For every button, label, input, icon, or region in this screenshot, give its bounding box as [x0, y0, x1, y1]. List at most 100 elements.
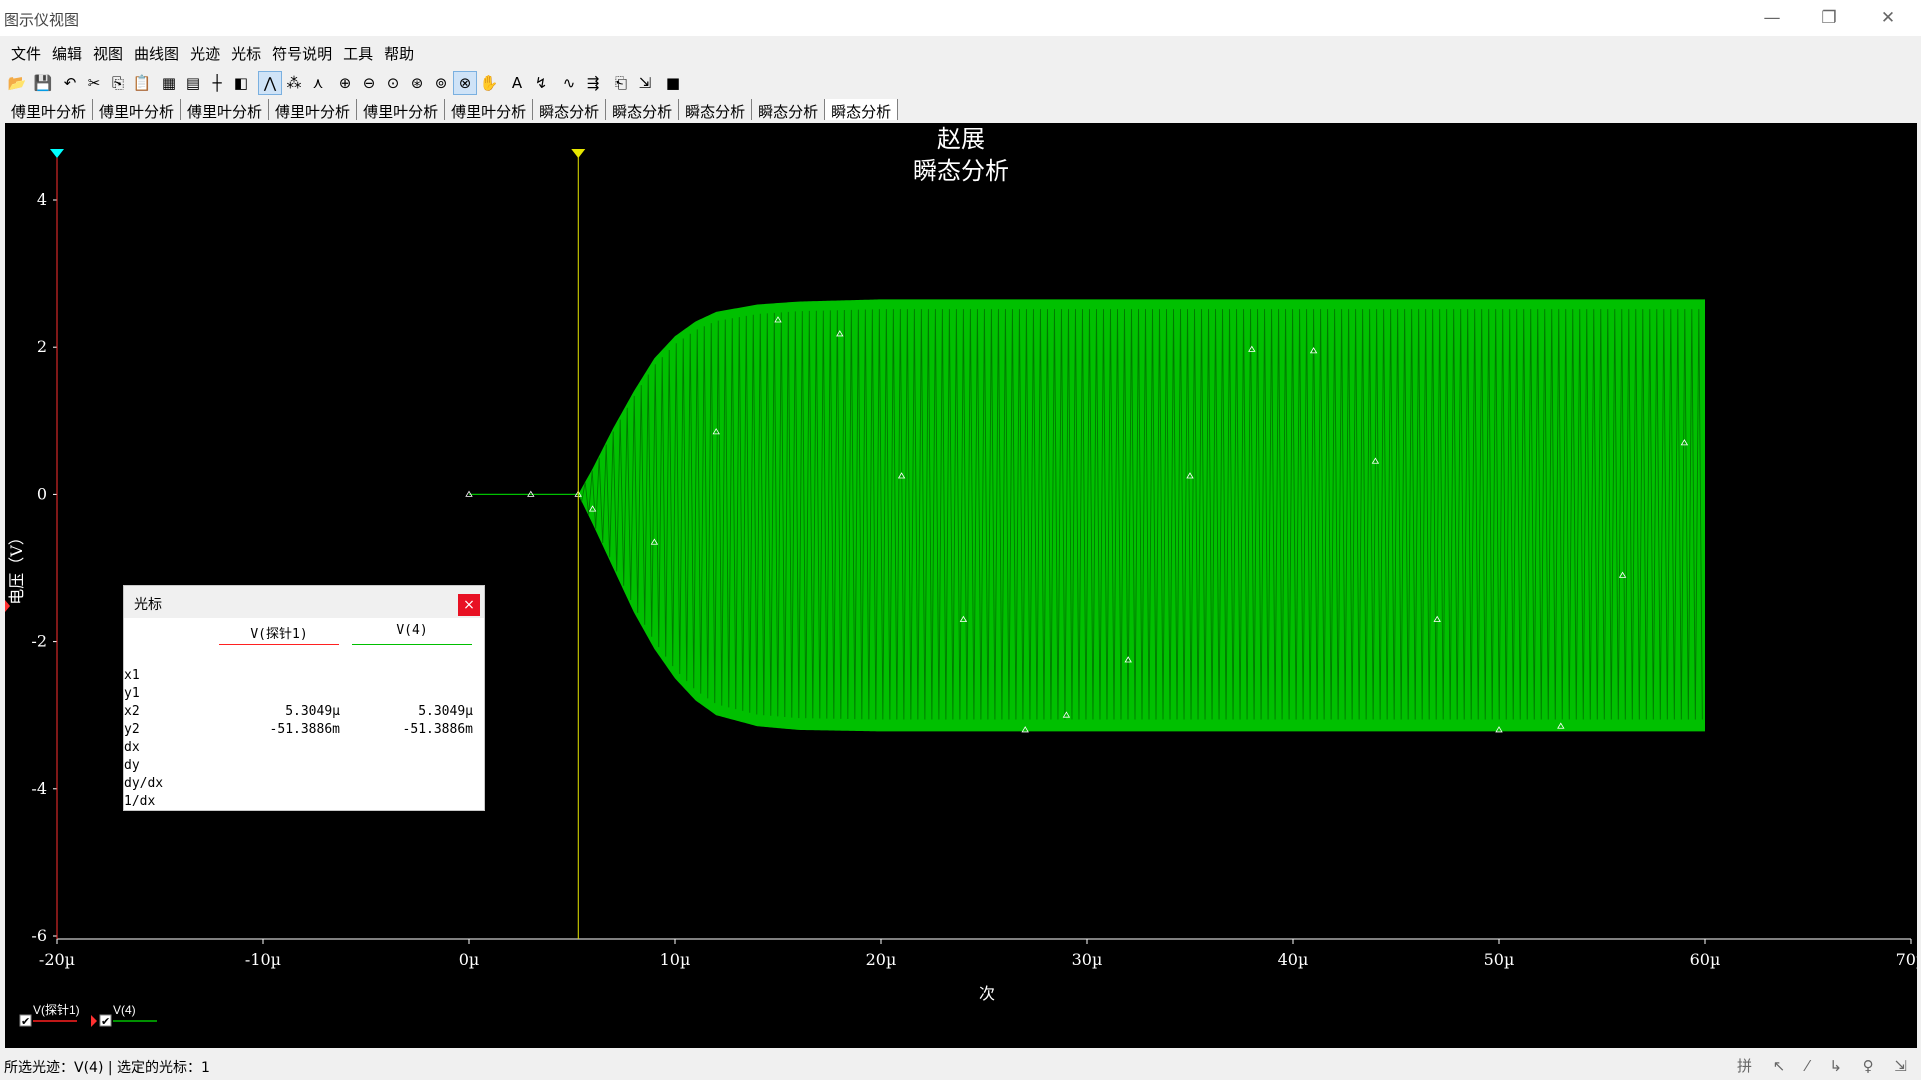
cursor-panel-title: 光标 [134, 597, 162, 613]
cursor-panel-close-button[interactable]: × [458, 594, 480, 616]
menu-cursor[interactable]: 光标 [225, 40, 266, 64]
legend-label: V(探针1) [33, 1002, 80, 1017]
y-tick-label: -2 [31, 632, 47, 651]
cursor-row-1-per-dx: 1/dx [124, 794, 484, 812]
x-tick-label: 30µ [1072, 950, 1103, 969]
x-tick-label: 10µ [660, 950, 691, 969]
cursor-column-probe1-underline [219, 644, 339, 645]
cursor-column-v4: V(4) [396, 623, 428, 638]
window-title: 图示仪视图 [4, 11, 80, 29]
cursor-row-label: x1 [124, 668, 140, 683]
grid-icon[interactable]: ▦ [157, 71, 181, 95]
x-tick-label: 60µ [1690, 950, 1721, 969]
cursor-row-y1: y1 [124, 686, 484, 704]
cut-icon[interactable]: ✂ [82, 71, 106, 95]
tab-5[interactable]: 傅里叶分析 [357, 99, 446, 121]
pan-hand-icon[interactable]: ✋ [477, 71, 501, 95]
annotate-icon[interactable]: ↯ [529, 71, 553, 95]
overlay-icon[interactable]: ◧ [229, 71, 253, 95]
y-tick-label: -6 [31, 926, 47, 945]
menu-tools[interactable]: 工具 [337, 40, 378, 64]
paste-icon[interactable]: 📋 [130, 71, 154, 95]
close-button[interactable]: ✕ [1866, 4, 1910, 32]
markers-icon[interactable]: ⋏ [306, 71, 330, 95]
text-icon[interactable]: A [505, 71, 529, 95]
x-tick-label: -20µ [39, 950, 75, 969]
menu-bar: 文件 编辑 视图 曲线图 光迹 光标 符号说明 工具 帮助 [0, 40, 1921, 66]
legend-selector-icon [91, 1015, 97, 1027]
copy-graph-icon[interactable]: ⎗ [609, 71, 633, 95]
undo-icon[interactable]: ↶ [58, 71, 82, 95]
y-tick-label: 0 [37, 484, 47, 503]
tab-4[interactable]: 傅里叶分析 [269, 99, 358, 121]
data-points-icon[interactable]: ⁂ [282, 71, 306, 95]
tab-9[interactable]: 瞬态分析 [679, 99, 753, 121]
menu-help[interactable]: 帮助 [378, 40, 419, 64]
cursor-row-value: -51.3886m [402, 722, 473, 737]
legend-check-mark: ✔ [21, 1015, 30, 1028]
cursor-2-handle[interactable] [571, 149, 586, 158]
tab-8[interactable]: 瞬态分析 [606, 99, 680, 121]
export-data-icon[interactable]: ⇲ [633, 71, 657, 95]
tab-2[interactable]: 傅里叶分析 [93, 99, 182, 121]
tab-10[interactable]: 瞬态分析 [752, 99, 826, 121]
menu-graph[interactable]: 曲线图 [128, 40, 184, 64]
zoom-y-icon[interactable]: ⊚ [429, 71, 453, 95]
trace-properties-icon[interactable]: ∿ [557, 71, 581, 95]
tab-7[interactable]: 瞬态分析 [533, 99, 607, 121]
save-icon[interactable]: 💾 [31, 71, 55, 95]
menu-trace[interactable]: 光迹 [184, 40, 225, 64]
menu-legend[interactable]: 符号说明 [266, 40, 337, 64]
cursor-row-label: 1/dx [124, 794, 156, 809]
tab-3[interactable]: 傅里叶分析 [181, 99, 270, 121]
cursor-1-handle[interactable] [50, 149, 64, 158]
cursor-row-value: 5.3049µ [418, 704, 473, 719]
zoom-x-icon[interactable]: ⊛ [405, 71, 429, 95]
legend-icon[interactable]: ▤ [181, 71, 205, 95]
cursor-row-y2: y2 -51.3886m -51.3886m [124, 722, 484, 740]
cursor-panel-header[interactable]: 光标 × [124, 586, 484, 618]
zoom-out-icon[interactable]: ⊖ [357, 71, 381, 95]
y-tick-label: 4 [37, 190, 47, 209]
zoom-in-icon[interactable]: ⊕ [333, 71, 357, 95]
zoom-fit-icon[interactable]: ⊙ [381, 71, 405, 95]
restore-button[interactable]: ❐ [1807, 4, 1851, 32]
cursor-row-dy-per-dx: dy/dx [124, 776, 484, 794]
y-tick-label: 2 [37, 337, 47, 356]
menu-view[interactable]: 视图 [87, 40, 128, 64]
stop-icon[interactable]: ■ [661, 71, 685, 95]
export-icon[interactable]: ⇶ [581, 71, 605, 95]
legend: ✔V(探针1)✔V(4) [19, 1002, 157, 1028]
cursor-row-x1: x1 [124, 668, 484, 686]
menu-edit[interactable]: 编辑 [46, 40, 87, 64]
x-axis-label: 次 [979, 984, 995, 1003]
cursor-row-label: x2 [124, 704, 140, 719]
tab-1[interactable]: 傅里叶分析 [5, 99, 94, 121]
show-cursors-icon[interactable]: ⋀ [258, 71, 282, 95]
x-tick-label: 20µ [866, 950, 897, 969]
menu-file[interactable]: 文件 [5, 40, 46, 64]
tab-6[interactable]: 傅里叶分析 [445, 99, 534, 121]
copy-icon[interactable]: ⎘ [106, 71, 130, 95]
chart-subtitle: 瞬态分析 [913, 157, 1009, 185]
cursor-row-label: dy/dx [124, 776, 164, 791]
x-tick-label: 70µ [1896, 950, 1917, 969]
y-tick-label: -4 [31, 779, 47, 798]
cursor-row-dy: dy [124, 758, 484, 776]
ticks-icon[interactable]: ┼ [205, 71, 229, 95]
x-tick-label: 0µ [459, 950, 480, 969]
open-folder-icon[interactable]: 📂 [5, 71, 29, 95]
x-tick-label: 50µ [1484, 950, 1515, 969]
status-icons: 拼 ↖ ⁄ ↳ ♀ ⇲ [1736, 1057, 1915, 1075]
tab-11[interactable]: 瞬态分析 [825, 99, 899, 121]
cursor-row-label: dx [124, 740, 140, 755]
toolbar: 📂 💾 ↶ ✂ ⎘ 📋 ▦ ▤ ┼ ◧ ⋀ ⁂ ⋏ ⊕ ⊖ ⊙ ⊛ ⊚ ⊗ ✋ A ↯ ∿ ⇶ ⎗ ⇲ ■ [0, 70, 1921, 98]
x-tick-label: -10µ [245, 950, 281, 969]
status-text: 所选光迹：V(4) | 选定的光标：1 [4, 1060, 210, 1076]
cursor-row-label: y1 [124, 686, 140, 701]
zoom-area-icon[interactable]: ⊗ [453, 71, 477, 95]
status-bar: 所选光迹：V(4) | 选定的光标：1 拼 ↖ ⁄ ↳ ♀ ⇲ [0, 1049, 1921, 1080]
cursor-row-label: dy [124, 758, 140, 773]
cursor-panel[interactable]: 光标 × V(探针1) V(4) x1 y1 x2 5.3049µ 5.3049µ y2 -… [123, 585, 485, 811]
minimize-button[interactable]: — [1750, 4, 1794, 32]
